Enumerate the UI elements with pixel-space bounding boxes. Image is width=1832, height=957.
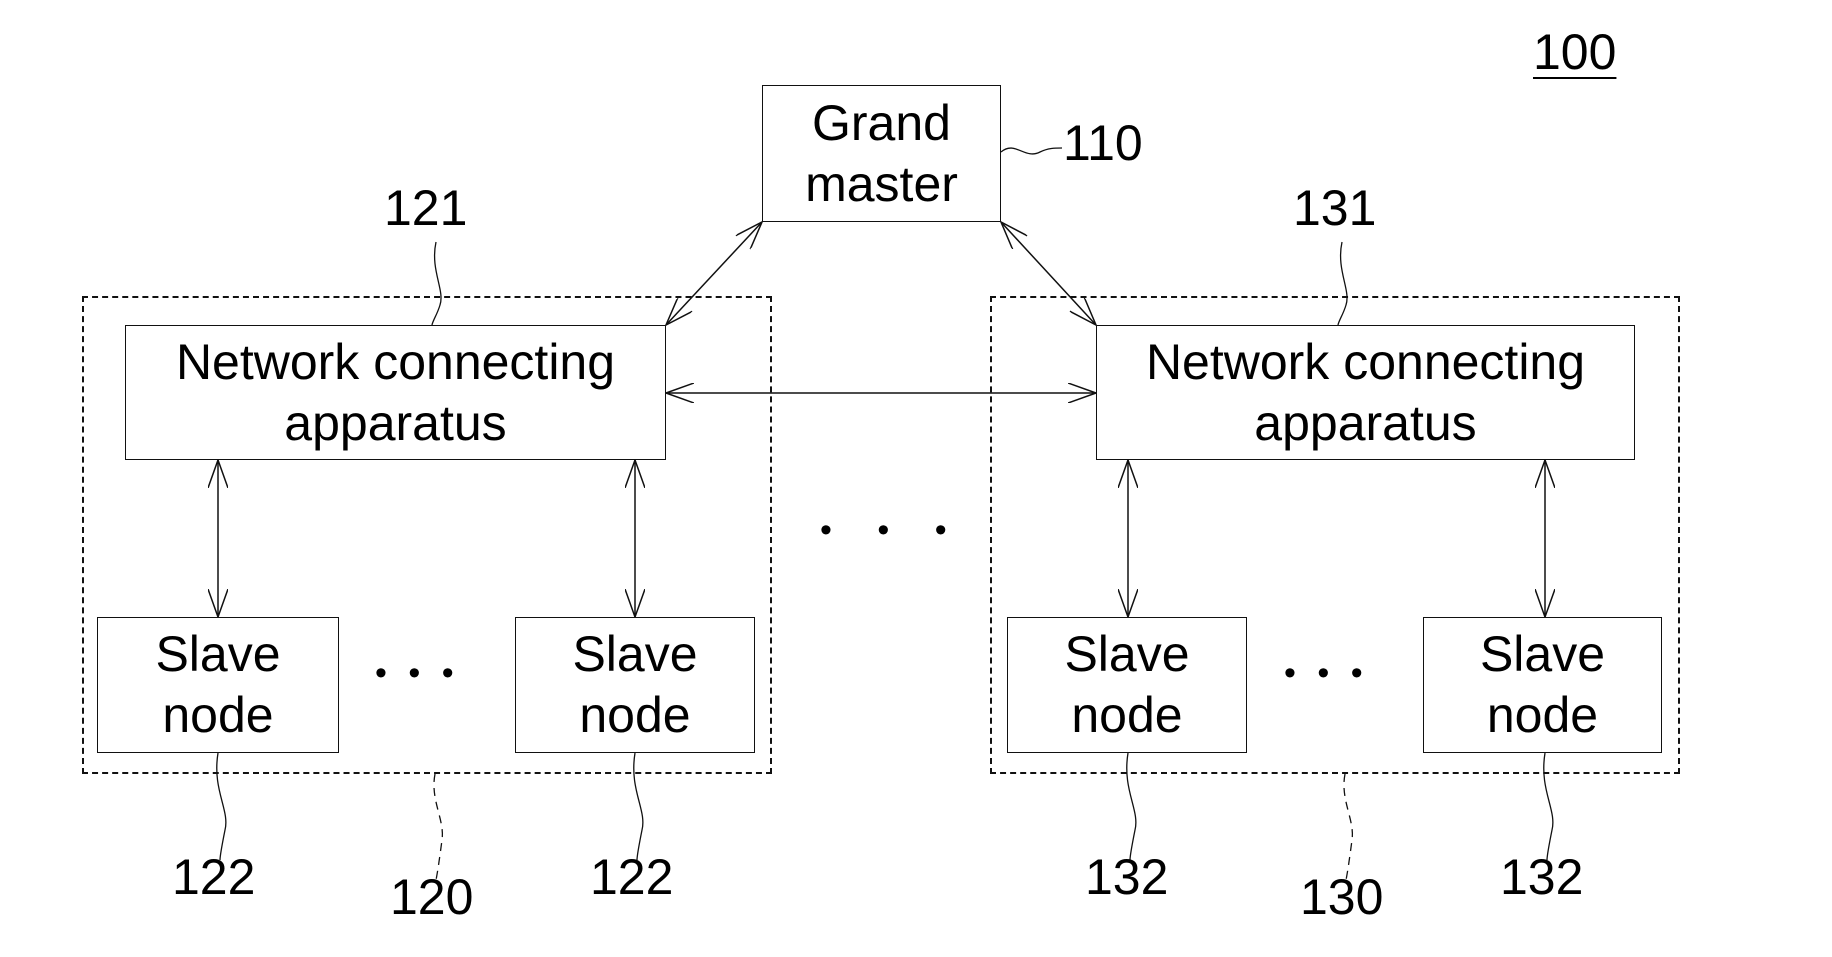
slave-132b-reference: 132 bbox=[1500, 849, 1584, 905]
leader-120 bbox=[433, 773, 444, 881]
group-120-reference: 120 bbox=[390, 869, 474, 925]
leader-132b bbox=[1543, 752, 1554, 861]
network-connecting-apparatus-131: Network connecting apparatus bbox=[1096, 325, 1635, 460]
slave-node-122-b: Slave node bbox=[515, 617, 755, 753]
slave-132b-label-1: Slave bbox=[1479, 626, 1606, 682]
leader-132a bbox=[1126, 752, 1137, 861]
group-130-reference: 130 bbox=[1300, 869, 1384, 925]
leader-130 bbox=[1343, 773, 1354, 881]
slave-node-122-a: Slave node bbox=[97, 617, 339, 753]
slave-122a-reference: 122 bbox=[172, 849, 256, 905]
slave-node-132-a: Slave node bbox=[1007, 617, 1247, 753]
group-130-ellipsis: • • • bbox=[1284, 654, 1369, 692]
slave-122b-label-1: Slave bbox=[572, 626, 698, 682]
slave-122a-label-1: Slave bbox=[155, 626, 281, 682]
middle-ellipsis: • • • bbox=[820, 511, 965, 549]
slave-132a-reference: 132 bbox=[1085, 849, 1169, 905]
figure-reference: 100 bbox=[1533, 24, 1617, 80]
slave-node-132-b: Slave node bbox=[1423, 617, 1662, 753]
arrow-gm-nca131 bbox=[1001, 222, 1096, 325]
nca-131-reference: 131 bbox=[1293, 180, 1377, 236]
leader-122a bbox=[216, 752, 227, 861]
network-connecting-apparatus-121: Network connecting apparatus bbox=[125, 325, 666, 460]
nca-121-reference: 121 bbox=[384, 180, 468, 236]
slave-132b-label-2: node bbox=[1486, 687, 1599, 743]
nca-131-label-1: Network connecting bbox=[1145, 333, 1586, 390]
slave-122b-label-2: node bbox=[579, 687, 691, 743]
nca-131-label-2: apparatus bbox=[1254, 394, 1477, 451]
grand-master-box: Grand master bbox=[762, 85, 1001, 222]
group-120-ellipsis: • • • bbox=[375, 654, 460, 692]
arrow-gm-nca121 bbox=[666, 222, 762, 325]
slave-122a-label-2: node bbox=[162, 687, 274, 743]
leader-131 bbox=[1337, 241, 1348, 326]
leader-110 bbox=[1000, 147, 1063, 155]
grand-master-label-1: Grand bbox=[812, 94, 951, 151]
leader-122b bbox=[633, 752, 644, 861]
grand-master-reference: 110 bbox=[1063, 115, 1143, 171]
grand-master-label-2: master bbox=[805, 155, 958, 212]
slave-132a-label-1: Slave bbox=[1064, 626, 1190, 682]
slave-132a-label-2: node bbox=[1071, 687, 1183, 743]
nca-121-label-2: apparatus bbox=[284, 394, 507, 451]
nca-121-label-1: Network connecting bbox=[175, 333, 616, 390]
slave-122b-reference: 122 bbox=[590, 849, 674, 905]
leader-121 bbox=[431, 241, 442, 326]
